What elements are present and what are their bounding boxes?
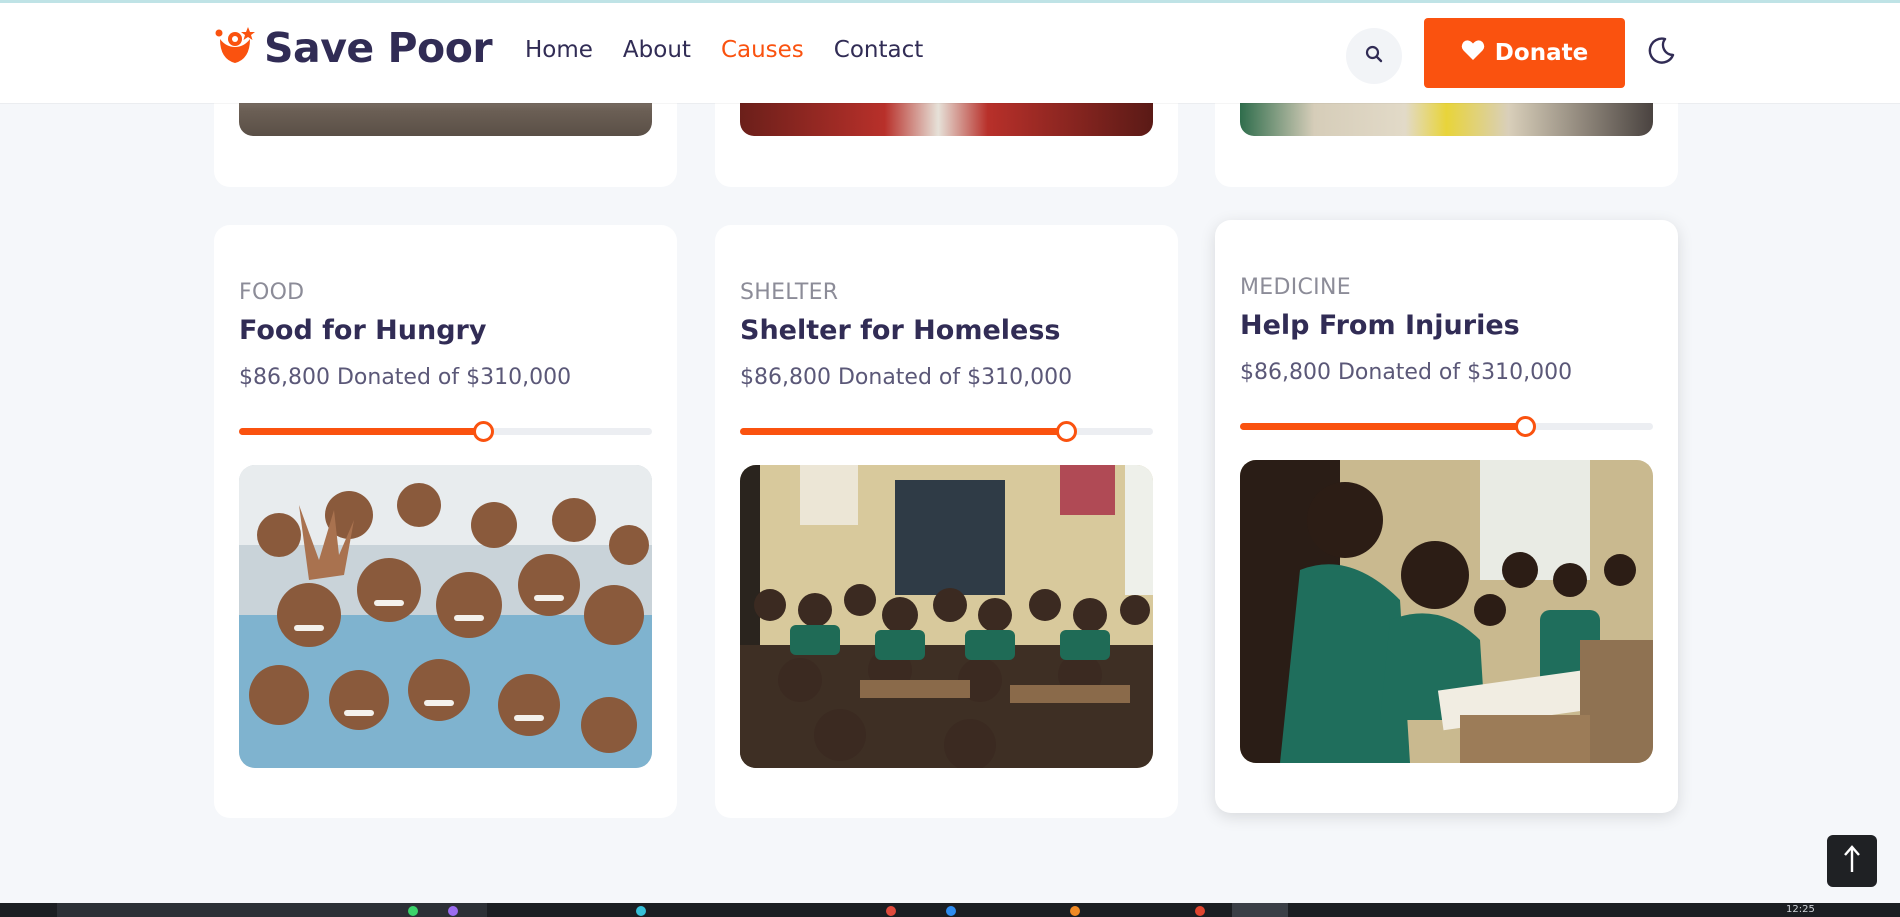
progress-fill — [239, 428, 483, 435]
progress-fill — [1240, 423, 1525, 430]
taskbar-active-app[interactable] — [1232, 903, 1288, 917]
progress-handle — [1514, 416, 1536, 437]
taskbar-app-icon[interactable] — [886, 906, 896, 916]
cause-category: SHELTER — [740, 280, 839, 305]
logo-icon — [214, 25, 256, 71]
taskbar-app-icon[interactable] — [636, 906, 646, 916]
cause-card-shelter[interactable]: SHELTER Shelter for Homeless $86,800 Don… — [715, 225, 1178, 818]
cause-category: FOOD — [239, 280, 305, 305]
cause-title[interactable]: Food for Hungry — [239, 315, 486, 346]
nav-home[interactable]: Home — [525, 37, 593, 63]
os-taskbar: 12:25 — [0, 903, 1900, 917]
moon-icon — [1645, 37, 1677, 71]
arrow-up-icon — [1842, 844, 1862, 878]
brand[interactable]: Save Poor — [214, 24, 493, 72]
taskbar-app-icon[interactable] — [448, 906, 458, 916]
navbar: Save Poor Home About Causes Contact Dona… — [0, 0, 1900, 103]
cause-card-food[interactable]: FOOD Food for Hungry $86,800 Donated of … — [214, 225, 677, 818]
nav-about[interactable]: About — [623, 37, 691, 63]
taskbar-app-icon[interactable] — [946, 906, 956, 916]
taskbar-app-icon[interactable] — [1195, 906, 1205, 916]
cause-image-food — [239, 465, 652, 768]
heart-icon — [1461, 39, 1485, 67]
main-nav: Home About Causes Contact — [525, 37, 923, 63]
nav-contact[interactable]: Contact — [834, 37, 923, 63]
cause-card-medicine[interactable]: MEDICINE Help From Injuries $86,800 Dona… — [1215, 220, 1678, 813]
cause-amount: $86,800 Donated of $310,000 — [740, 365, 1073, 390]
search-icon — [1364, 44, 1384, 68]
cause-image-medicine — [1240, 460, 1653, 763]
taskbar-app-icon[interactable] — [1070, 906, 1080, 916]
progress-handle — [1056, 421, 1078, 442]
cause-title[interactable]: Shelter for Homeless — [740, 315, 1060, 346]
taskbar-search-area[interactable] — [57, 903, 487, 917]
top-accent-line — [0, 0, 1900, 3]
cause-amount: $86,800 Donated of $310,000 — [1240, 360, 1573, 385]
cause-image-shelter — [740, 465, 1153, 768]
progress-handle — [472, 421, 494, 442]
cause-amount: $86,800 Donated of $310,000 — [239, 365, 572, 390]
progress-track — [1240, 416, 1653, 437]
progress-track — [239, 421, 652, 442]
theme-toggle-button[interactable] — [1645, 35, 1677, 67]
brand-name: Save Poor — [264, 24, 493, 72]
search-button[interactable] — [1346, 28, 1402, 84]
taskbar-app-icon[interactable] — [408, 906, 418, 916]
scroll-to-top-button[interactable] — [1827, 835, 1877, 887]
donate-label: Donate — [1494, 40, 1589, 66]
nav-causes[interactable]: Causes — [721, 37, 804, 63]
cause-category: MEDICINE — [1240, 275, 1351, 300]
cause-title[interactable]: Help From Injuries — [1240, 310, 1520, 341]
taskbar-clock: 12:25 — [1786, 904, 1815, 915]
progress-track — [740, 421, 1153, 442]
donate-button[interactable]: Donate — [1424, 18, 1625, 88]
progress-fill — [740, 428, 1067, 435]
